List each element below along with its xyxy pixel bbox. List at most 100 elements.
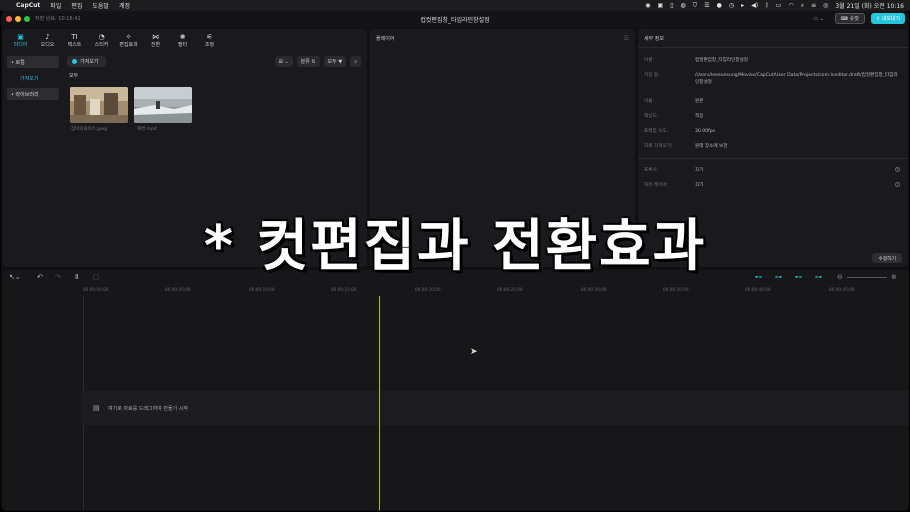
timeline-toolbar: ↖⌄ ↶ ↷ Ⅱ ▢ ⊷ ⊶ ⊷ ⊶ ⊖ ⊕ xyxy=(3,270,909,284)
status-chat-icon[interactable]: ● xyxy=(717,2,722,9)
tick-label: 00:00:10:00 xyxy=(249,287,275,292)
tab-label: 스티커 xyxy=(94,41,109,48)
undo-icon[interactable]: ↶ xyxy=(37,273,43,281)
import-button[interactable]: 가져오기 xyxy=(67,56,107,67)
media-thumbnail-video[interactable] xyxy=(134,87,192,123)
menu-icon[interactable]: ☰ xyxy=(624,35,629,42)
tab-transition[interactable]: ⋈ 전환 xyxy=(142,31,169,49)
title-bar: 저장 완료: 10:16:41 컵컷편집창_타임라인창설정 ▭ ⌄ ⌨ 숏컷 ⇪… xyxy=(1,11,909,28)
status-battery-icon[interactable]: ▭ xyxy=(776,2,782,9)
divider xyxy=(638,47,908,48)
detail-key: 저장 동: xyxy=(644,73,660,78)
menubar-clock[interactable]: 3월 21일 (화) 오전 10:16 xyxy=(835,1,904,10)
details-panel: 세부 정보 이름: 컵컷편집창_타임라인창설정 저장 동: /Users/lee… xyxy=(638,29,908,267)
filter-button[interactable]: 모두 ▼ xyxy=(323,56,347,67)
shortcut-button[interactable]: ⌨ 숏컷 xyxy=(834,13,865,24)
import-icon xyxy=(72,59,77,64)
status-control-icon[interactable]: ≡ xyxy=(811,2,816,9)
search-icon[interactable]: ⌕ xyxy=(350,56,361,67)
tab-adjust[interactable]: ⚟ 조정 xyxy=(196,31,223,49)
all-label: 모두 xyxy=(69,73,79,79)
tick-label: 00:00:15:00 xyxy=(331,287,357,292)
status-clock-icon[interactable]: ◷ xyxy=(729,2,734,9)
tick-label: 00:00:45:00 xyxy=(829,287,855,292)
status-wifi-icon[interactable]: ◠ xyxy=(788,2,793,9)
detail-key: 비율: xyxy=(644,99,655,104)
layout-icon[interactable]: ▭ ⌄ xyxy=(808,13,829,24)
menu-help[interactable]: 도움말 xyxy=(92,1,109,10)
media-panel: ▣ 미디어 ♪ 오디오 TI 텍스트 ◔ 스티커 ✧ 편집효과 ⋈ 전환 ❀ 필… xyxy=(3,29,367,267)
status-phone-icon[interactable]: ▯ xyxy=(670,2,673,9)
preview-axis-icon[interactable]: ⊷ xyxy=(795,273,802,281)
zoom-in-icon[interactable]: ⊕ xyxy=(891,273,897,281)
sticker-icon: ◔ xyxy=(98,32,105,41)
detail-value: 끄기 xyxy=(695,168,704,173)
sidebar-item-library[interactable]: • 라이브러리 xyxy=(7,88,59,100)
tab-effects[interactable]: ✧ 편집효과 xyxy=(115,31,142,49)
help-icon[interactable]: ? xyxy=(895,182,900,187)
status-record-icon[interactable]: ◉ xyxy=(645,2,650,9)
transition-icon: ⋈ xyxy=(152,32,159,41)
sidebar-item-import[interactable]: 가져오기 xyxy=(7,72,59,84)
status-play-icon[interactable]: ▸ xyxy=(741,2,744,9)
tab-audio[interactable]: ♪ 오디오 xyxy=(34,31,61,49)
tool-tabs: ▣ 미디어 ♪ 오디오 TI 텍스트 ◔ 스티커 ✧ 편집효과 ⋈ 전환 ❀ 필… xyxy=(7,31,223,49)
redo-icon[interactable]: ↷ xyxy=(55,273,61,281)
detail-value: 적응 xyxy=(695,114,704,119)
menu-account[interactable]: 계정 xyxy=(119,1,130,10)
project-title: 컵컷편집창_타임라인창설정 xyxy=(420,17,490,24)
media-icon: ▣ xyxy=(17,32,24,41)
zoom-window-button[interactable] xyxy=(24,16,30,22)
split-icon[interactable]: Ⅱ xyxy=(75,273,78,281)
status-list-icon[interactable]: ☰ xyxy=(704,2,709,9)
status-app-icon[interactable]: ◍ xyxy=(681,2,686,9)
tab-filter[interactable]: ❀ 필터 xyxy=(169,31,196,49)
link-icon[interactable]: ⊶ xyxy=(775,273,782,281)
tick-label: 00:00:40:00 xyxy=(745,287,771,292)
status-camera-icon[interactable]: ▣ xyxy=(658,2,664,9)
tab-sticker[interactable]: ◔ 스티커 xyxy=(88,31,115,49)
tab-label: 텍스트 xyxy=(67,41,82,48)
detail-value: 원본 xyxy=(695,99,704,104)
grid-icon: ⊞ xyxy=(278,58,283,65)
status-volume-icon[interactable]: ◀) xyxy=(751,2,758,9)
detail-value: 컵컷편집창_타임라인창설정 xyxy=(695,58,749,63)
timeline-ruler[interactable]: 00:00:00:00 00:00:05:00 00:00:10:00 00:0… xyxy=(83,284,909,296)
status-search-icon[interactable]: ⌕ xyxy=(801,2,804,10)
tick-label: 00:00:25:00 xyxy=(497,287,523,292)
status-shield-icon[interactable]: ⛉ xyxy=(693,2,698,10)
main-track-drop-zone[interactable] xyxy=(81,391,909,425)
detail-key: 프록시: xyxy=(644,168,659,173)
menu-app-name[interactable]: CapCut xyxy=(16,2,40,9)
menu-edit[interactable]: 편집 xyxy=(71,1,82,10)
divider xyxy=(638,158,908,159)
zoom-out-icon[interactable]: ⊖ xyxy=(837,273,843,281)
macos-menubar: CapCut 파일 편집 도움말 계정 ◉ ▣ ▯ ◍ ⛉ ☰ ● ◷ ▸ ◀)… xyxy=(0,0,910,11)
snap-icon[interactable]: ⊶ xyxy=(815,273,822,281)
tab-media[interactable]: ▣ 미디어 xyxy=(7,31,34,49)
playhead[interactable] xyxy=(379,296,380,510)
status-siri-icon[interactable]: ◎ xyxy=(823,2,828,9)
help-icon[interactable]: ? xyxy=(895,167,900,172)
export-button[interactable]: ⇪ 내보내기 xyxy=(870,13,905,24)
sidebar-item-local[interactable]: • 로컬 xyxy=(7,56,59,68)
close-window-button[interactable] xyxy=(6,16,12,22)
menu-file[interactable]: 파일 xyxy=(50,1,61,10)
tick-label: 00:00:35:00 xyxy=(663,287,689,292)
delete-icon[interactable]: ▢ xyxy=(93,273,100,281)
magnet-icon[interactable]: ⊷ xyxy=(755,273,762,281)
effects-icon: ✧ xyxy=(125,32,132,41)
minimize-window-button[interactable] xyxy=(15,16,21,22)
tab-label: 편집효과 xyxy=(119,41,138,48)
media-thumbnail-image[interactable] xyxy=(70,87,128,123)
select-tool-icon[interactable]: ↖⌄ xyxy=(9,273,21,281)
capcut-window: 저장 완료: 10:16:41 컵컷편집창_타임라인창설정 ▭ ⌄ ⌨ 숏컷 ⇪… xyxy=(1,11,909,511)
view-toggle-button[interactable]: ⊞ ⌄ xyxy=(274,56,293,67)
save-status: 저장 완료: 10:16:41 xyxy=(35,16,81,22)
zoom-slider[interactable] xyxy=(847,277,887,278)
status-bluetooth-icon[interactable]: ᛒ xyxy=(765,2,769,9)
tab-text[interactable]: TI 텍스트 xyxy=(61,31,88,49)
modify-button[interactable]: 수정하기 xyxy=(872,253,902,263)
detail-key: 자유 레이어: xyxy=(644,183,669,188)
sort-button[interactable]: 분류 ⇅ xyxy=(296,56,320,67)
